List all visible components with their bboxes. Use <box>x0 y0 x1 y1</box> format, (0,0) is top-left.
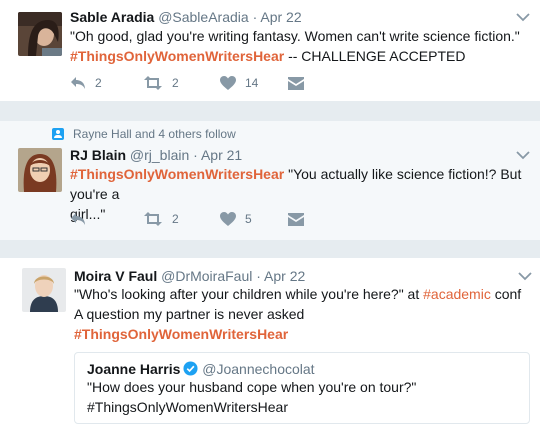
quoted-tweet-header: Joanne Harris @Joannechocolat <box>87 361 315 377</box>
quoted-tweet-text: "How does your husband cope when you're … <box>87 377 523 417</box>
quoted-tweet[interactable]: Joanne Harris @Joannechocolat "How does … <box>74 352 530 424</box>
tweet-actions: 2 5 <box>70 209 370 229</box>
avatar-rj-blain[interactable] <box>18 148 62 192</box>
like-button[interactable]: 5 <box>220 209 252 229</box>
verified-badge-icon <box>183 361 198 376</box>
chevron-down-icon[interactable] <box>518 271 532 281</box>
tweet-header: RJ Blain @rj_blain · Apr 21 <box>70 147 242 163</box>
tweet-date[interactable]: Apr 21 <box>201 147 242 163</box>
separator: · <box>256 268 261 284</box>
tweet-text-line: "Oh good, glad you're writing fantasy. W… <box>70 28 520 44</box>
reply-count: 2 <box>95 76 102 90</box>
tweet-text-part: "Who's looking after your children while… <box>74 286 424 302</box>
heart-icon <box>220 76 236 90</box>
tweet-rj-blain[interactable]: Rayne Hall and 4 others follow RJ Blain … <box>0 121 540 240</box>
tweet-text: "Who's looking after your children while… <box>74 284 534 344</box>
heart-icon <box>220 212 236 226</box>
hashtag-link[interactable]: #ThingsOnlyWomenWritersHear <box>74 326 288 342</box>
retweet-button[interactable]: 2 <box>143 209 179 229</box>
tweet-date[interactable]: Apr 22 <box>260 9 301 25</box>
author-name[interactable]: Moira V Faul <box>74 268 157 284</box>
hashtag-link[interactable]: #ThingsOnlyWomenWritersHear <box>70 166 284 182</box>
author-handle[interactable]: @rj_blain <box>130 147 189 163</box>
tweet-text-suffix: -- CHALLENGE ACCEPTED <box>284 48 466 64</box>
tweet-header: Moira V Faul @DrMoiraFaul · Apr 22 <box>74 268 305 284</box>
retweet-icon <box>144 212 162 226</box>
quoted-text-line: #ThingsOnlyWomenWritersHear <box>87 399 288 415</box>
hashtag-link[interactable]: #academic <box>423 286 491 302</box>
social-context-text[interactable]: Rayne Hall and 4 others follow <box>73 127 236 141</box>
chevron-down-icon[interactable] <box>516 150 530 160</box>
retweet-count: 2 <box>172 76 179 90</box>
reply-button[interactable]: 2 <box>70 73 102 93</box>
author-handle[interactable]: @DrMoiraFaul <box>161 268 252 284</box>
author-handle[interactable]: @SableAradia <box>158 9 249 25</box>
quoted-text-line: "How does your husband cope when you're … <box>87 379 417 395</box>
retweet-button[interactable]: 2 <box>143 73 179 93</box>
tweet-actions: 2 2 14 <box>70 73 370 93</box>
reply-icon <box>71 77 85 89</box>
tweet-text-line: A question my partner is never asked <box>74 306 305 322</box>
tweet-sable-aradia[interactable]: Sable Aradia @SableAradia · Apr 22 "Oh g… <box>0 0 540 101</box>
separator: · <box>193 147 198 163</box>
like-button[interactable]: 14 <box>220 73 258 93</box>
avatar-sable-aradia[interactable] <box>18 12 62 56</box>
reply-icon <box>71 213 85 225</box>
author-name[interactable]: RJ Blain <box>70 147 126 163</box>
retweet-icon <box>144 76 162 90</box>
tweet-date[interactable]: Apr 22 <box>264 268 305 284</box>
like-count: 5 <box>245 212 252 226</box>
follow-icon <box>52 128 64 140</box>
message-button[interactable] <box>288 73 304 93</box>
social-context: Rayne Hall and 4 others follow <box>52 127 236 141</box>
chevron-down-icon[interactable] <box>516 12 530 22</box>
tweet-text-part: conf <box>490 286 522 302</box>
quoted-author-name[interactable]: Joanne Harris <box>87 361 180 377</box>
retweet-count: 2 <box>172 212 179 226</box>
author-name[interactable]: Sable Aradia <box>70 9 154 25</box>
message-button[interactable] <box>288 209 304 229</box>
tweet-moira-v-faul[interactable]: Moira V Faul @DrMoiraFaul · Apr 22 "Who'… <box>0 258 540 432</box>
avatar-moira-v-faul[interactable] <box>22 268 66 312</box>
like-count: 14 <box>245 76 259 90</box>
tweet-text: "Oh good, glad you're writing fantasy. W… <box>70 26 530 66</box>
envelope-icon <box>288 212 304 226</box>
quoted-author-handle[interactable]: @Joannechocolat <box>202 361 314 377</box>
hashtag-link[interactable]: #ThingsOnlyWomenWritersHear <box>70 48 284 64</box>
reply-button[interactable] <box>70 209 86 229</box>
tweet-header: Sable Aradia @SableAradia · Apr 22 <box>70 9 302 25</box>
envelope-icon <box>288 76 304 90</box>
separator: · <box>252 9 258 25</box>
